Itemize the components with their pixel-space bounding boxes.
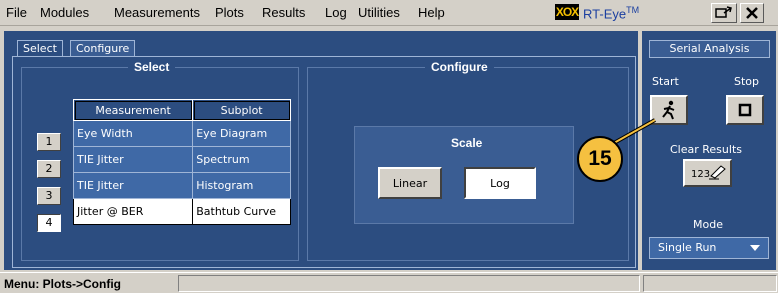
status-field: [178, 275, 640, 292]
status-bar: Menu: Plots->Config: [0, 272, 778, 293]
callout-leader-line: [613, 118, 656, 145]
step-callout: 15: [577, 136, 623, 182]
status-field: [643, 275, 777, 292]
status-text: Menu: Plots->Config: [4, 277, 121, 291]
